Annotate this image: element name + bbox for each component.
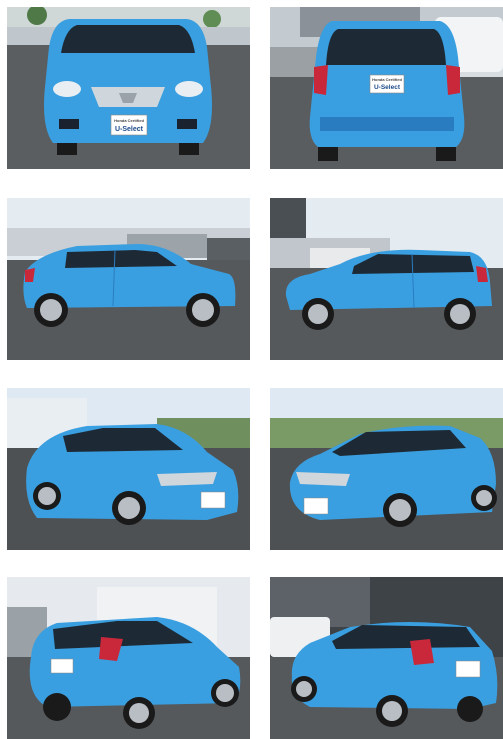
car-side-left-image — [7, 198, 250, 360]
photo-front-right-quarter[interactable] — [270, 388, 503, 550]
photo-rear-right-quarter[interactable] — [270, 577, 503, 739]
car-rear-left-quarter-image — [7, 577, 250, 739]
car-front-image: Honda Certified U-Select — [7, 7, 250, 169]
car-side-right-image — [270, 198, 503, 360]
photo-side-right[interactable] — [270, 198, 503, 360]
car-front-right-quarter-image — [270, 388, 503, 550]
photo-rear-left-quarter[interactable] — [7, 577, 250, 739]
license-plate: Honda Certified U-Select — [110, 114, 148, 136]
photo-front[interactable]: Honda Certified U-Select — [7, 7, 250, 169]
photo-front-left-quarter[interactable] — [7, 388, 250, 550]
photo-side-left[interactable] — [7, 198, 250, 360]
car-rear-image: Honda Certified U-Select — [270, 7, 503, 169]
plate-brand-text: U-Select — [374, 84, 401, 91]
photo-rear[interactable]: Honda Certified U-Select — [270, 7, 503, 169]
plate-small-text: Honda Certified — [114, 118, 144, 123]
plate-brand-text: U-Select — [115, 126, 144, 133]
license-plate-rear: Honda Certified U-Select — [369, 74, 405, 94]
plate-small-text: Honda Certified — [372, 77, 402, 82]
car-front-left-quarter-image — [7, 388, 250, 550]
car-rear-right-quarter-image — [270, 577, 503, 739]
